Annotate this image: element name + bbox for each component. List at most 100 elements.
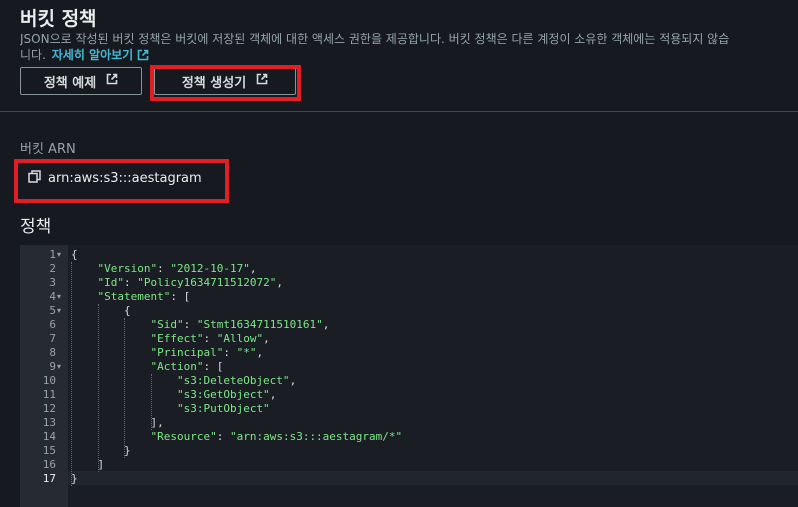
fold-arrow-icon[interactable]: ▾ [57,360,65,374]
code-punct: , [322,318,330,331]
code-line: "Principal": "*", [71,346,402,360]
fold-arrow-icon[interactable]: ▾ [57,248,65,262]
fold-arrow-icon[interactable]: ▾ [57,290,65,304]
code-line: "Action": [ [71,360,402,374]
code-sep: : [183,318,197,331]
code-punct: , [289,374,297,387]
code-string: "s3:GetObject" [176,388,270,401]
page-title: 버킷 정책 [20,8,97,30]
fold-arrow-icon[interactable]: ▾ [57,304,65,318]
policy-editor[interactable]: 1 ▾ 2 3 4 ▾ 5 ▾ 6 7 8 9 ▾ 10 11 12 13 14 15 16 17 { "Version… [20,245,798,507]
description-line-2: 니다. [20,48,46,62]
code-string: "s3:DeleteObject" [176,374,290,387]
code-punct: { [71,248,78,261]
line-number: 3 [49,276,56,289]
line-number: 7 [49,332,56,345]
bucket-arn-label: 버킷 ARN [20,142,76,157]
description-cont: 니다. 자세히 알아보기 [20,47,149,65]
code-key: "Id" [97,276,125,289]
code-sep: : [203,332,217,345]
learn-more-link[interactable]: 자세히 알아보기 [52,48,133,62]
code-string: "Stmt1634711510161" [196,318,323,331]
line-number: 5 [49,304,56,317]
code-line: "Id": "Policy1634711512072", [71,276,402,290]
code-line: { [71,248,402,262]
code-line: "Resource": "arn:aws:s3:::aestagram/*" [71,430,402,444]
line-number: 16 [42,458,56,471]
code-punct: , [256,346,264,359]
code-sep: : [216,430,230,443]
code-string: "s3:PutObject" [176,402,270,415]
line-number: 1 [49,248,56,261]
code-key: "Version" [97,262,158,275]
code-line: ], [71,416,402,430]
code-line: "Effect": "Allow", [71,332,402,346]
line-number: 12 [42,402,56,415]
line-number: 15 [42,444,56,457]
line-number: 10 [42,374,56,387]
code-key: "Statement" [97,290,171,303]
code-key: "Principal" [150,346,224,359]
code-punct: , [263,332,270,345]
code-line: ] [71,458,402,472]
line-number: 4 [49,290,56,303]
code-line: "Statement": [ [71,290,402,304]
description-line-1: JSON으로 작성된 버킷 정책은 버킷에 저장된 객체에 대한 액세스 권한을… [20,32,730,46]
code-line: "s3:GetObject", [71,388,402,402]
line-number: 13 [42,416,56,429]
line-number: 9 [49,360,56,373]
indent-guide [151,374,152,430]
indent-guide [98,304,99,472]
line-number: 8 [49,346,56,359]
external-link-icon[interactable] [137,49,149,65]
code-string: "Allow" [216,332,264,345]
code-string: "*" [236,346,257,359]
code-punct: [ [216,360,224,373]
external-link-icon [106,73,118,89]
code-line: } [71,472,402,486]
line-number: 6 [49,318,56,331]
section-divider [0,111,798,112]
code-string: "Policy1634711512072" [137,276,277,289]
code-string: "arn:aws:s3:::aestagram/*" [229,430,403,443]
indent-guide [124,318,125,458]
code-punct: { [123,304,131,317]
code-key: "Resource" [150,430,217,443]
code-string: "2012-10-17" [170,262,250,275]
policy-code[interactable]: { "Version": "2012-10-17", "Id": "Policy… [71,248,402,486]
line-number: 17 [42,472,56,485]
code-sep: : [124,276,138,289]
code-line: "Sid": "Stmt1634711510161", [71,318,402,332]
code-punct: , [269,388,277,401]
line-number: 2 [49,262,56,275]
indent-guide [71,262,72,486]
code-punct: [ [183,290,191,303]
policy-examples-button[interactable]: 정책 예제 [20,67,142,95]
code-sep: : [170,290,184,303]
code-line: "s3:PutObject" [71,402,402,416]
code-line: "Version": "2012-10-17", [71,262,402,276]
code-sep: : [203,360,217,373]
code-punct: ], [150,416,164,429]
description: JSON으로 작성된 버킷 정책은 버킷에 저장된 객체에 대한 액세스 권한을… [20,31,795,47]
code-line: { [71,304,402,318]
code-punct: , [276,276,283,289]
line-number: 14 [42,430,56,443]
code-key: "Action" [150,360,204,373]
editor-gutter: 1 ▾ 2 3 4 ▾ 5 ▾ 6 7 8 9 ▾ 10 11 12 13 14 15 16 17 [20,245,68,507]
code-line: "s3:DeleteObject", [71,374,402,388]
code-key: "Effect" [150,332,204,345]
policy-examples-label: 정책 예제 [43,75,97,91]
code-key: "Sid" [150,318,184,331]
highlight-box-arn [14,159,229,203]
highlight-box-generator [150,65,301,101]
